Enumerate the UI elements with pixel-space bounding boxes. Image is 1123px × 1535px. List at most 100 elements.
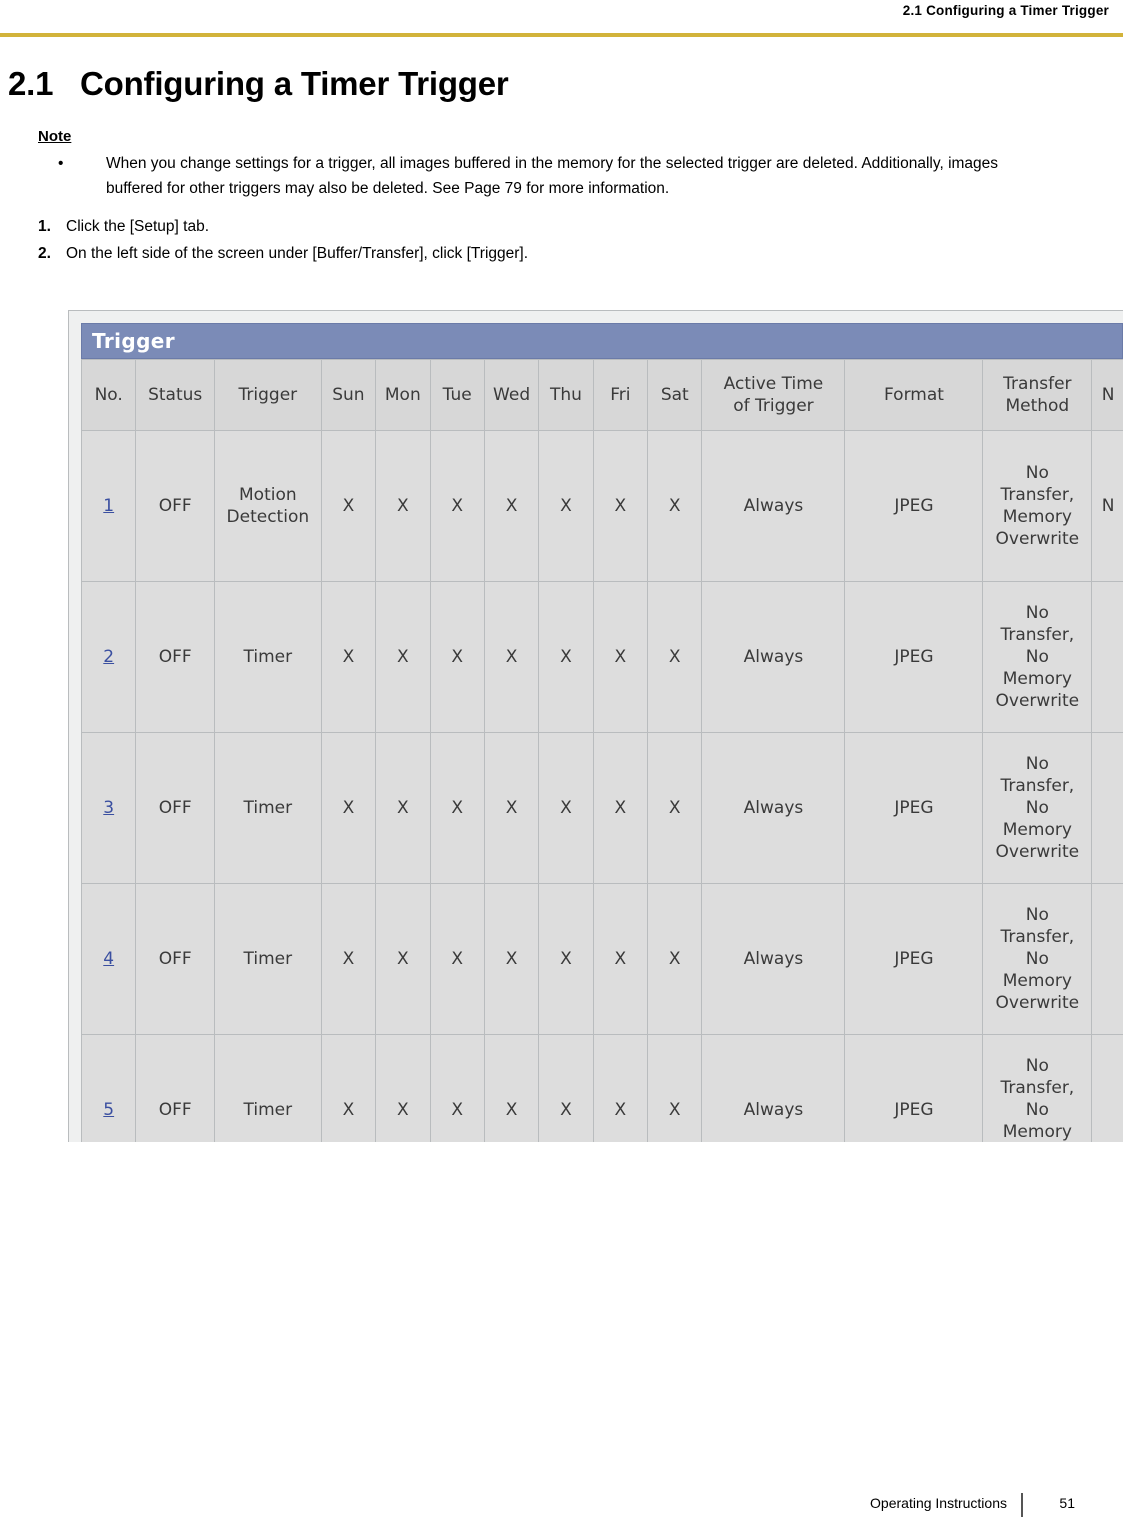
method-line2: Transfer, — [1000, 1078, 1075, 1098]
cell-sat: X — [647, 883, 703, 1035]
cell-cutoff — [1091, 883, 1123, 1035]
method-line4: Memory — [1002, 971, 1072, 991]
cell-sat: X — [647, 430, 703, 582]
method-line3: No — [1025, 949, 1049, 969]
cell-mon: X — [375, 732, 431, 884]
cell-transfer-method: No Transfer, No Memory Overwrite — [982, 732, 1093, 884]
method-line2: Transfer, — [1000, 485, 1075, 505]
note-list-item: • When you change settings for a trigger… — [58, 151, 1021, 201]
cell-trigger: Timer — [213, 1034, 322, 1142]
method-line4: Memory — [1002, 1122, 1072, 1142]
cell-format: JPEG — [844, 883, 984, 1035]
cell-thu: X — [538, 883, 594, 1035]
column-header-trigger: Trigger — [213, 359, 322, 431]
cell-cutoff: N — [1091, 430, 1123, 582]
cell-status: OFF — [135, 581, 215, 733]
column-header-format: Format — [844, 359, 984, 431]
cell-status: OFF — [135, 1034, 215, 1142]
cell-trigger-line1: Motion — [239, 485, 297, 505]
cell-format: JPEG — [844, 581, 984, 733]
cell-no[interactable]: 1 — [80, 430, 137, 582]
column-header-mon: Mon — [375, 359, 431, 431]
page-header: 2.1 Configuring a Timer Trigger — [0, 0, 1123, 40]
step-item-1: 1. Click the [Setup] tab. — [38, 213, 1123, 240]
method-line1: No — [1025, 463, 1049, 483]
transfer-method-line1: Transfer — [1003, 374, 1072, 394]
cell-active-time: Always — [701, 732, 846, 884]
cell-sun: X — [320, 883, 377, 1035]
cell-mon: X — [375, 581, 431, 733]
cell-format: JPEG — [844, 732, 984, 884]
table-row: 3 OFF Timer X X X X X X X Always JPEG No… — [80, 732, 1123, 884]
method-line5: Overwrite — [995, 842, 1080, 862]
cell-no[interactable]: 5 — [80, 1034, 137, 1142]
cell-mon: X — [375, 430, 431, 582]
cell-active-time: Always — [701, 1034, 846, 1142]
cell-tue: X — [429, 581, 485, 733]
table-row: 4 OFF Timer X X X X X X X Always JPEG No… — [80, 883, 1123, 1035]
footer-separator — [1021, 1493, 1023, 1517]
trigger-table: No. Status Trigger Sun Mon Tue Wed Thu F… — [80, 359, 1123, 1142]
cell-sun: X — [320, 732, 377, 884]
method-line1: No — [1025, 754, 1049, 774]
method-line5: Overwrite — [995, 691, 1080, 711]
cell-sun: X — [320, 1034, 377, 1142]
method-line2: Transfer, — [1000, 625, 1075, 645]
step-number-1: 1. — [38, 218, 51, 235]
cell-no[interactable]: 2 — [80, 581, 137, 733]
method-line5: Overwrite — [995, 993, 1080, 1013]
method-line4: Memory — [1002, 820, 1072, 840]
cell-tue: X — [429, 732, 485, 884]
method-line1: No — [1025, 603, 1049, 623]
cell-tue: X — [429, 1034, 485, 1142]
column-header-wed: Wed — [483, 359, 540, 431]
cell-wed: X — [483, 732, 540, 884]
method-line4: Memory — [1002, 669, 1072, 689]
trigger-table-head: No. Status Trigger Sun Mon Tue Wed Thu F… — [80, 359, 1123, 431]
cell-status: OFF — [135, 430, 215, 582]
cell-mon: X — [375, 1034, 431, 1142]
cell-trigger-line2: Detection — [226, 507, 310, 527]
cell-status: OFF — [135, 883, 215, 1035]
method-line2: Transfer, — [1000, 927, 1075, 947]
table-row: 1 OFF Motion Detection X X X X X X X Alw… — [80, 430, 1123, 582]
cell-sun: X — [320, 581, 377, 733]
cell-fri: X — [592, 430, 649, 582]
cell-transfer-method: No Transfer, No Memory Overwrite — [982, 581, 1093, 733]
method-line1: No — [1025, 1056, 1049, 1076]
method-line1: No — [1025, 905, 1049, 925]
cell-thu: X — [538, 732, 594, 884]
method-line2: Transfer, — [1000, 776, 1075, 796]
cell-wed: X — [483, 883, 540, 1035]
column-header-sat: Sat — [647, 359, 703, 431]
column-header-active-time: Active Time of Trigger — [701, 359, 846, 431]
cell-transfer-method: No Transfer, No Memory Overwrite — [982, 1034, 1093, 1142]
step-list: 1. Click the [Setup] tab. 2. On the left… — [0, 213, 1123, 267]
page-footer: Operating Instructions 51 — [0, 1493, 1123, 1519]
note-label: Note — [38, 128, 72, 145]
cell-active-time: Always — [701, 883, 846, 1035]
step-number-2: 2. — [38, 245, 51, 262]
cell-no[interactable]: 4 — [80, 883, 137, 1035]
bullet-icon: • — [58, 155, 64, 172]
column-header-status: Status — [135, 359, 215, 431]
cell-sat: X — [647, 581, 703, 733]
step-item-2: 2. On the left side of the screen under … — [38, 240, 1123, 267]
column-header-transfer-method: Transfer Method — [982, 359, 1093, 431]
trigger-screenshot-figure: Trigger No. Status Trigger Sun Mon Tue W… — [68, 310, 1123, 1142]
page-content: 2.1 Configuring a Timer Trigger Note • Wh… — [0, 62, 1123, 267]
cell-sat: X — [647, 1034, 703, 1142]
table-row: 5 OFF Timer X X X X X X X Always JPEG No… — [80, 1034, 1123, 1142]
cell-sat: X — [647, 732, 703, 884]
page-title: 2.1 Configuring a Timer Trigger — [0, 62, 1123, 106]
header-rule — [0, 33, 1123, 37]
trigger-table-body: 1 OFF Motion Detection X X X X X X X Alw… — [80, 430, 1123, 1142]
cell-mon: X — [375, 883, 431, 1035]
cell-fri: X — [592, 1034, 649, 1142]
cell-format: JPEG — [844, 430, 984, 582]
cell-no[interactable]: 3 — [80, 732, 137, 884]
cell-cutoff — [1091, 732, 1123, 884]
page-number: 51 — [1059, 1495, 1075, 1511]
cell-tue: X — [429, 883, 485, 1035]
step-text-2: On the left side of the screen under [Bu… — [66, 245, 529, 262]
